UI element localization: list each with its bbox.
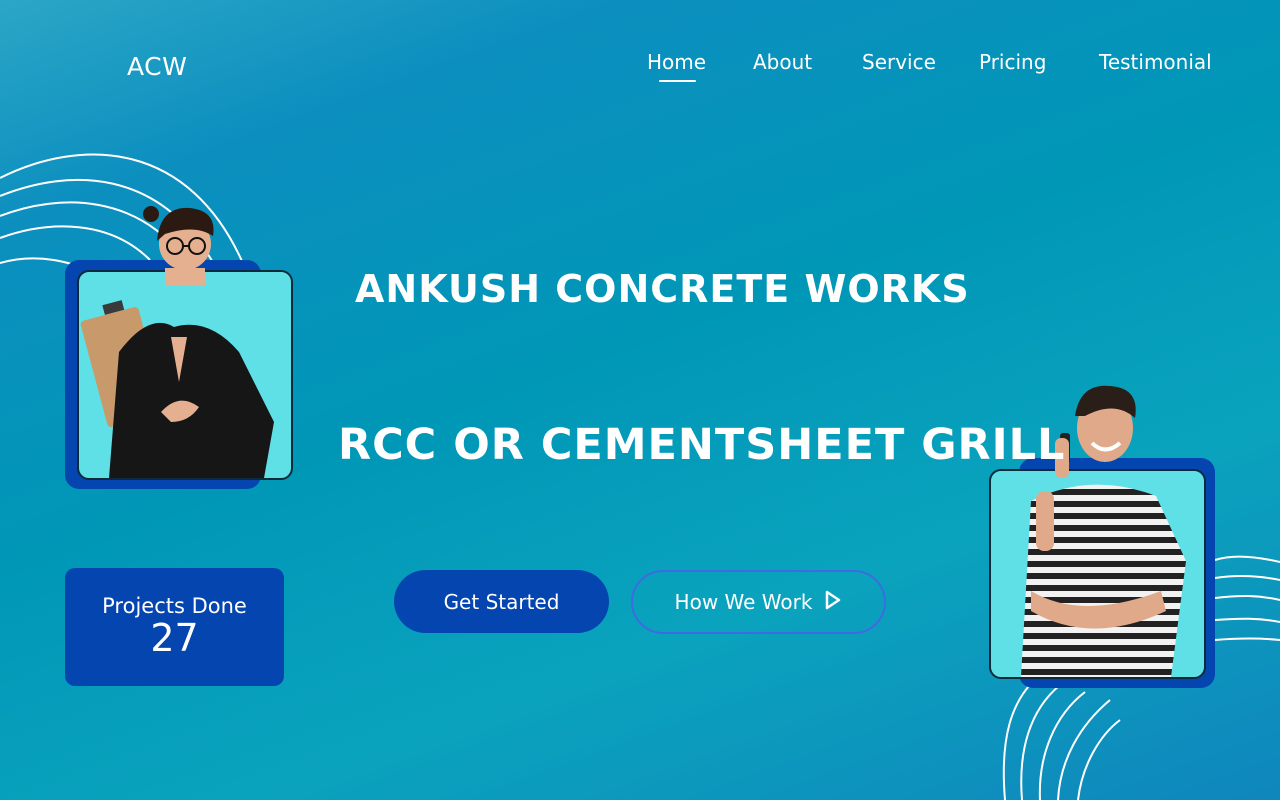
- man-head-overflow: [1055, 385, 1136, 478]
- brand-logo[interactable]: ACW: [127, 52, 187, 81]
- get-started-label: Get Started: [443, 589, 560, 614]
- projects-done-value: 27: [150, 616, 199, 660]
- projects-done-card: Projects Done 27: [65, 568, 284, 686]
- nav-item-about[interactable]: About: [753, 50, 812, 74]
- play-icon: [824, 590, 842, 615]
- how-we-work-label: How We Work: [674, 590, 813, 614]
- photo-woman-clipboard: [77, 270, 293, 480]
- nav-active-underline: [659, 80, 696, 82]
- projects-done-label: Projects Done: [102, 594, 247, 618]
- nav-item-testimonial[interactable]: Testimonial: [1099, 50, 1212, 74]
- get-started-button[interactable]: Get Started: [394, 570, 609, 633]
- how-we-work-button[interactable]: How We Work: [631, 570, 886, 634]
- nav-item-home[interactable]: Home: [647, 50, 706, 74]
- nav-item-pricing[interactable]: Pricing: [979, 50, 1046, 74]
- photo-man-phone: [989, 469, 1206, 679]
- nav-item-service[interactable]: Service: [862, 50, 936, 74]
- woman-head-overflow: [143, 206, 214, 286]
- hero-title: ANKUSH CONCRETE WORKS: [355, 267, 970, 312]
- hero-subtitle: RCC OR CEMENTSHEET GRILL: [338, 419, 1066, 470]
